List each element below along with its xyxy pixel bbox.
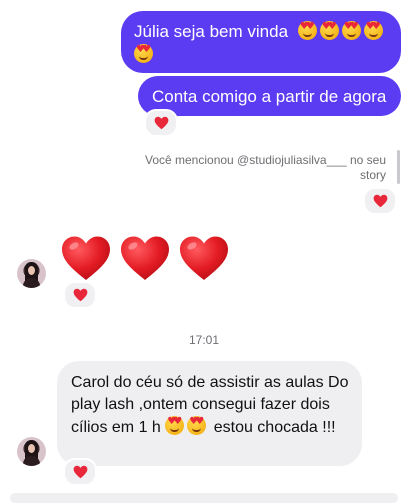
hearts-message[interactable] xyxy=(60,234,230,282)
heart-eyes-emoji xyxy=(165,416,185,435)
heart-eyes-emoji xyxy=(341,21,361,40)
red-heart-icon xyxy=(73,288,87,302)
red-heart-icon xyxy=(180,236,228,280)
outgoing-message-bubble[interactable]: Júlia seja bem vinda xyxy=(121,11,401,73)
heart-eyes-emoji xyxy=(134,44,153,63)
reaction-pill[interactable] xyxy=(144,109,178,137)
heart-eyes-emoji xyxy=(187,416,207,435)
reaction-pill[interactable] xyxy=(63,458,97,486)
red-heart-icon xyxy=(154,116,168,130)
reaction-pill[interactable] xyxy=(63,281,97,309)
message-text: Conta comigo a partir de agora xyxy=(152,87,387,106)
outgoing-message-bubble[interactable]: Conta comigo a partir de agora xyxy=(138,76,401,116)
reaction-pill[interactable] xyxy=(363,187,397,215)
scrollbar[interactable] xyxy=(397,150,400,184)
message-timestamp: 17:01 xyxy=(188,333,220,347)
message-text: estou chocada !!! xyxy=(213,419,336,436)
avatar[interactable] xyxy=(17,259,46,288)
incoming-message-bubble[interactable]: Carol do céu só de assistir as aulas Do … xyxy=(57,361,362,466)
avatar[interactable] xyxy=(17,437,46,466)
next-message-bubble-edge xyxy=(10,493,398,503)
heart-eyes-emoji xyxy=(297,21,317,40)
red-heart-icon xyxy=(373,194,387,208)
message-text: Júlia seja bem vinda xyxy=(134,22,289,41)
heart-eyes-emoji xyxy=(319,21,339,40)
red-heart-icon xyxy=(73,465,87,479)
heart-eyes-emoji xyxy=(363,21,383,40)
red-heart-icon xyxy=(121,236,169,280)
story-mention-notice[interactable]: Você mencionou @studiojuliasilva___ no s… xyxy=(140,153,386,183)
red-heart-icon xyxy=(62,236,110,280)
